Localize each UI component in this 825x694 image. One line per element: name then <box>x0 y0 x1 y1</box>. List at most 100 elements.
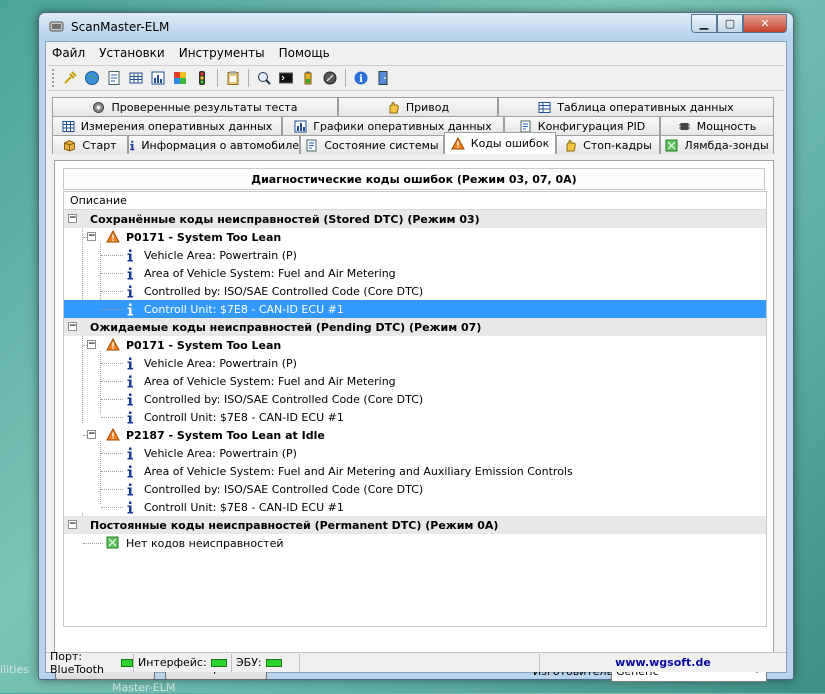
tree-detail-row[interactable]: Area of Vehicle System: Fuel and Air Met… <box>64 372 766 390</box>
tree-section-pending[interactable]: − Ожидаемые коды неисправностей (Pending… <box>64 318 766 336</box>
minimize-icon: ▁ <box>699 17 709 30</box>
collapse-icon[interactable]: − <box>68 322 77 331</box>
menu-file[interactable]: Файл <box>52 46 85 60</box>
gear-icon <box>93 101 105 113</box>
tree-no-codes-row[interactable]: Нет кодов неисправностей <box>64 534 766 552</box>
tab-actuator[interactable]: Привод <box>338 97 498 116</box>
desktop-label-left: ilities <box>0 663 30 676</box>
tree-line <box>101 363 123 364</box>
tab-live-measurements[interactable]: Измерения оперативных данных <box>52 116 282 135</box>
tab-label: Измерения оперативных данных <box>80 119 273 133</box>
tab-trouble-codes[interactable]: Коды ошибок <box>444 132 556 154</box>
section-label: Постоянные коды неисправностей (Permanen… <box>90 518 499 532</box>
collapse-icon[interactable]: − <box>68 214 77 223</box>
tab-vehicle-info[interactable]: Информация о автомобиле <box>128 135 300 154</box>
color-grid-button[interactable] <box>169 67 191 89</box>
color-grid-icon <box>174 72 186 84</box>
detail-label: Controll Unit: $7E8 - CAN-ID ECU #1 <box>144 410 344 424</box>
toolbar-separator <box>345 69 346 87</box>
info-button[interactable]: i <box>350 67 372 89</box>
tab-o2-sensors[interactable]: Лямбда-зонды <box>660 135 774 154</box>
tab-live-data-table[interactable]: Таблица оперативных данных <box>498 97 774 116</box>
tree-detail-row[interactable]: Vehicle Area: Powertrain (P) <box>64 246 766 264</box>
battery-button[interactable] <box>297 67 319 89</box>
tree-section-stored[interactable]: − Сохранённые коды неисправностей (Store… <box>64 210 766 228</box>
sensor-icon <box>665 139 678 151</box>
tab-freeze-frames[interactable]: Стоп-кадры <box>556 135 660 154</box>
tree-detail-row[interactable]: Controll Unit: $7E8 - CAN-ID ECU #1 <box>64 408 766 426</box>
globe-button[interactable] <box>81 67 103 89</box>
info-icon <box>127 483 133 496</box>
close-icon: ✕ <box>760 17 770 30</box>
toolbar-grip[interactable] <box>52 69 56 87</box>
document-icon <box>306 139 317 151</box>
search-button[interactable] <box>253 67 275 89</box>
collapse-icon[interactable]: − <box>87 430 96 439</box>
clipboard-icon <box>227 71 239 85</box>
info-icon <box>127 447 133 460</box>
tree-detail-row[interactable]: Vehicle Area: Powertrain (P) <box>64 354 766 372</box>
exit-button[interactable] <box>372 67 394 89</box>
tree-detail-row[interactable]: Controlled by: ISO/SAE Controlled Code (… <box>64 282 766 300</box>
tree-detail-row[interactable]: Controlled by: ISO/SAE Controlled Code (… <box>64 480 766 498</box>
warning-icon <box>106 338 120 351</box>
column-header[interactable]: Описание <box>64 192 766 210</box>
tree-dtc-row[interactable]: − P0171 - System Too Lean <box>64 228 766 246</box>
tree-detail-row-selected[interactable]: Controll Unit: $7E8 - CAN-ID ECU #1 <box>64 300 766 318</box>
dtc-tree[interactable]: Описание − Сохранённые коды неисправност… <box>63 191 767 627</box>
tree-detail-row[interactable]: Area of Vehicle System: Fuel and Air Met… <box>64 264 766 282</box>
info-icon <box>127 411 133 424</box>
status-interface: Интерфейс: <box>134 653 232 672</box>
tree-line <box>101 291 123 292</box>
tab-system-status[interactable]: Состояние системы <box>300 135 444 154</box>
tree-detail-row[interactable]: Vehicle Area: Powertrain (P) <box>64 444 766 462</box>
tree-dtc-row[interactable]: − P2187 - System Too Lean at Idle <box>64 426 766 444</box>
section-label: Сохранённые коды неисправностей (Stored … <box>90 212 480 226</box>
menu-tools[interactable]: Инструменты <box>179 46 265 60</box>
stop-button[interactable] <box>319 67 341 89</box>
detail-label: Controlled by: ISO/SAE Controlled Code (… <box>144 482 424 496</box>
info-icon <box>127 501 133 514</box>
terminal-button[interactable] <box>275 67 297 89</box>
info-icon <box>127 285 133 298</box>
website-link[interactable]: www.wgsoft.de <box>540 656 786 669</box>
no-codes-label: Нет кодов неисправностей <box>126 536 284 550</box>
table-button[interactable] <box>125 67 147 89</box>
detail-label: Vehicle Area: Powertrain (P) <box>144 248 297 262</box>
chart-button[interactable] <box>147 67 169 89</box>
tree-detail-row[interactable]: Controll Unit: $7E8 - CAN-ID ECU #1 <box>64 498 766 516</box>
tab-power[interactable]: Мощность <box>660 116 774 135</box>
status-bar: Порт: BlueTooth Интерфейс: ЭБУ: www.wgso… <box>46 650 786 676</box>
tree-line <box>101 453 123 454</box>
tree-detail-row[interactable]: Controlled by: ISO/SAE Controlled Code (… <box>64 390 766 408</box>
traffic-light-button[interactable] <box>191 67 213 89</box>
collapse-icon[interactable]: − <box>87 340 96 349</box>
menu-help[interactable]: Помощь <box>279 46 330 60</box>
chip-icon <box>678 122 690 130</box>
tab-test-results[interactable]: Проверенные результаты теста <box>52 97 338 116</box>
window-title: ScanMaster-ELM <box>71 20 170 34</box>
tab-start[interactable]: Старт <box>52 135 128 154</box>
collapse-icon[interactable]: − <box>68 520 77 529</box>
document-button[interactable] <box>103 67 125 89</box>
stop-icon <box>323 71 337 85</box>
tab-label: Мощность <box>696 119 757 133</box>
tree-detail-row[interactable]: Area of Vehicle System: Fuel and Air Met… <box>64 462 766 480</box>
grid-icon <box>62 120 75 132</box>
tree-section-permanent[interactable]: − Постоянные коды неисправностей (Perman… <box>64 516 766 534</box>
tree-line <box>101 507 123 508</box>
menu-settings[interactable]: Установки <box>99 46 165 60</box>
info-icon <box>127 303 133 316</box>
connect-button[interactable] <box>59 67 81 89</box>
title-bar[interactable]: ScanMaster-ELM ▁ ▢ ✕ <box>39 13 793 41</box>
exit-door-icon <box>378 71 388 85</box>
tree-dtc-row[interactable]: − P0171 - System Too Lean <box>64 336 766 354</box>
detail-label: Controlled by: ISO/SAE Controlled Code (… <box>144 392 424 406</box>
collapse-icon[interactable]: − <box>87 232 96 241</box>
minimize-button[interactable]: ▁ <box>691 14 717 33</box>
hand-icon <box>389 101 399 113</box>
close-button[interactable]: ✕ <box>743 14 787 33</box>
maximize-button[interactable]: ▢ <box>717 14 743 33</box>
clipboard-button[interactable] <box>222 67 244 89</box>
document-icon <box>108 71 120 85</box>
